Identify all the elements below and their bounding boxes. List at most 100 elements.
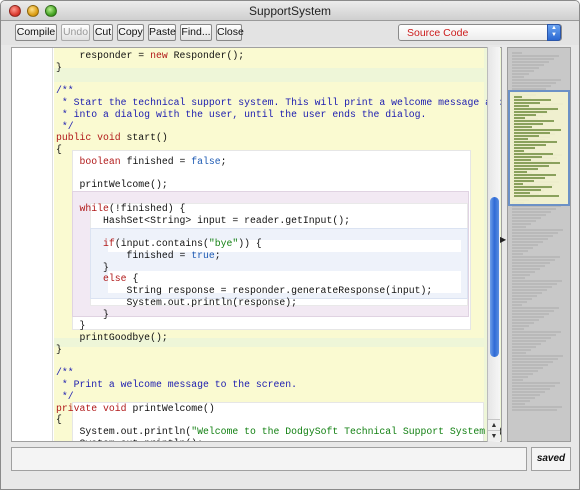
overview-line [512,241,543,243]
overview-line [512,277,525,279]
overview-line [512,358,558,360]
code-line[interactable]: { [56,414,501,426]
overview-line [514,111,547,113]
code-line[interactable]: } [56,344,501,356]
code-line[interactable]: * into a dialog with the user, until the… [56,108,501,121]
code-line[interactable] [56,191,501,203]
overview-line [512,337,551,339]
overview-line [514,135,539,137]
code-line[interactable] [56,74,501,86]
overview-line [514,102,540,104]
overview-line [512,301,527,303]
code-line[interactable]: { [56,144,501,156]
code-editor[interactable]: responder = new Responder();} /** * Start… [11,47,502,442]
code-token: } [56,61,62,73]
code-line[interactable]: boolean finished = false; [56,155,501,168]
overview-line [512,250,528,252]
code-line[interactable]: responder = new Responder(); [56,50,501,62]
overview-line [514,153,553,155]
code-token: System.out.println(); [56,438,203,441]
code-line[interactable]: * Print a welcome message to the screen. [56,379,501,391]
undo-button[interactable]: Undo [61,24,90,41]
code-line[interactable]: } [56,262,501,274]
overview-line [514,162,560,164]
source-overview[interactable] [507,47,571,442]
code-line[interactable]: System.out.println(response); [56,297,501,309]
overview-line [512,286,552,288]
overview-line [512,406,562,408]
code-line[interactable] [56,356,501,368]
scrollbar-thumb[interactable] [490,197,499,357]
overview-viewport[interactable] [508,90,570,206]
code-token: { [126,273,139,285]
overview-line [514,123,543,125]
code-line[interactable]: if(input.contains("bye")) { [56,238,501,250]
code-token: */ [56,390,74,402]
code-line[interactable]: String response = responder.generateResp… [56,285,501,297]
overview-line [512,364,548,366]
code-line[interactable]: */ [56,121,501,133]
overview-line [514,147,535,149]
overview-line [514,159,531,161]
overview-line [512,382,560,384]
code-token: * Start the technical support system. Th… [56,97,502,108]
overview-line [512,283,557,285]
code-token: "Welcome to the DodgySoft Technical Supp… [191,426,497,437]
code-token: * into a dialog with the user, until the… [56,108,427,120]
overview-line [512,385,555,387]
copy-button[interactable]: Copy [117,24,144,41]
overview-line [512,217,541,219]
code-line[interactable]: printGoodbye(); [56,332,501,344]
overview-line [512,52,522,54]
scroll-down-arrow-icon[interactable]: ▼ [488,430,500,441]
overview-line [512,271,535,273]
code-token: finished = [120,155,192,167]
scroll-up-arrow-icon[interactable]: ▲ [488,419,500,430]
code-line[interactable]: /** [56,367,501,379]
code-token: (input.contains( [114,238,209,249]
paste-button[interactable]: Paste [148,24,176,41]
title-bar[interactable]: SupportSystem [1,1,579,21]
code-token: } [56,320,86,332]
overview-line [514,171,527,173]
find-button[interactable]: Find... [180,24,212,41]
code-token: boolean [79,155,121,167]
code-line[interactable]: private void printWelcome() [56,403,501,415]
overview-line [512,244,538,246]
overview-line [512,376,528,378]
code-line[interactable]: * Start the technical support system. Th… [56,97,502,109]
code-line[interactable]: /** [56,85,501,97]
code-line[interactable]: finished = true; [56,249,501,262]
code-line[interactable]: } [56,61,501,74]
overview-line [514,150,524,152]
compile-button[interactable]: Compile [15,24,57,41]
code-line[interactable]: System.out.println("Welcome to the Dodgy… [56,426,501,438]
vertical-scrollbar[interactable]: ▲ ▼ [487,47,500,442]
view-select-value: Source Code [407,27,469,39]
code-line[interactable]: System.out.println(); [56,438,501,441]
source-code[interactable]: responder = new Responder();} /** * Start… [56,50,502,441]
code-line[interactable]: while(!finished) { [56,203,501,215]
close-button[interactable]: Close [216,24,244,41]
code-line[interactable]: } [56,309,501,321]
cut-button[interactable]: Cut [93,24,113,41]
overview-line [512,253,523,255]
code-line[interactable]: */ [56,390,501,403]
toolbar: Compile Undo Cut Copy Paste Find... Clos… [1,21,579,45]
code-line[interactable] [56,226,501,238]
view-select[interactable]: Source Code ▲ ▼ [398,24,562,41]
code-line[interactable]: } [56,320,501,332]
code-token: printGoodbye(); [56,332,168,343]
code-line[interactable]: printWelcome(); [56,179,501,191]
code-line[interactable]: else { [56,273,501,285]
code-line[interactable]: HashSet<String> input = reader.getInput(… [56,215,501,227]
overview-line [512,82,556,84]
collapse-triangle-icon[interactable]: ▶ [500,235,506,244]
code-token: finished = [56,249,192,261]
code-line[interactable]: public void start() [56,132,501,144]
overview-line [514,165,549,167]
code-line[interactable] [56,168,501,180]
overview-line [512,313,549,315]
